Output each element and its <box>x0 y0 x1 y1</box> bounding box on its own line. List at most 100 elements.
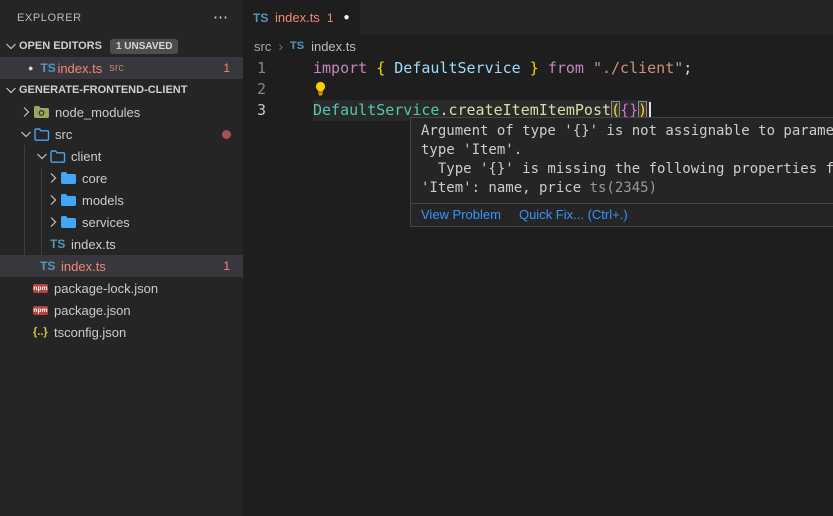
open-editor-item-index-ts[interactable]: ● TS index.ts src 1 <box>0 57 243 79</box>
chevron-down-icon[interactable] <box>34 148 50 164</box>
node-modules-folder-icon <box>34 106 51 118</box>
code-token: } <box>530 59 539 77</box>
more-actions-icon[interactable]: ⋯ <box>213 13 229 23</box>
tree-item-client[interactable]: client <box>0 145 243 167</box>
diagnostic-code: ts(2345) <box>590 180 657 196</box>
folder-icon <box>61 172 78 184</box>
tree-item-label: client <box>71 149 101 164</box>
line-number: 3 <box>243 100 266 121</box>
tree-item-core[interactable]: core <box>0 167 243 189</box>
typescript-file-icon: TS <box>40 61 57 75</box>
diagnostic-text: type 'Item'. <box>421 142 522 158</box>
code-token <box>584 59 593 77</box>
code-token <box>385 59 394 77</box>
braces-icon: {..} <box>33 326 50 338</box>
project-name-label: GENERATE-FRONTEND-CLIENT <box>19 84 187 96</box>
tree-item-models[interactable]: models <box>0 189 243 211</box>
chevron-right-icon[interactable] <box>18 104 34 120</box>
tree-item-label: src <box>55 127 72 142</box>
tree-item-label: node_modules <box>55 105 140 120</box>
code-token: from <box>548 59 584 77</box>
modified-dot-badge <box>222 130 231 139</box>
quick-fix-link[interactable]: Quick Fix... (Ctrl+.) <box>519 207 628 222</box>
code-token: import <box>313 59 367 77</box>
folder-open-icon <box>50 150 67 163</box>
vscode-window: { "sidebar": { "title": "EXPLORER", "ope… <box>0 0 833 516</box>
tree-item-package-json[interactable]: npm package.json <box>0 299 243 321</box>
tree-item-src[interactable]: src <box>0 123 243 145</box>
code-token <box>539 59 548 77</box>
chevron-down-icon[interactable] <box>3 38 19 54</box>
diagnostic-text: Argument of type '{}' is not assignable … <box>421 123 833 139</box>
diagnostic-message-line: Argument of type '{}' is not assignable … <box>421 122 833 141</box>
line-number: 2 <box>243 79 266 100</box>
open-editors-label: OPEN EDITORS <box>19 40 102 52</box>
code-token <box>521 59 530 77</box>
code-token: DefaultService <box>394 59 520 77</box>
tree-item-index-ts[interactable]: TSindex.ts <box>0 233 243 255</box>
code-token: ; <box>683 59 692 77</box>
breadcrumb: src › TS index.ts <box>243 35 833 57</box>
open-editor-file-name: index.ts <box>57 61 102 76</box>
folder-icon <box>61 194 78 206</box>
code-area[interactable]: 1 import { DefaultService } from "./clien… <box>243 58 833 121</box>
breadcrumb-file[interactable]: index.ts <box>311 39 356 54</box>
diagnostic-message-line: Type '{}' is missing the following prope… <box>421 160 833 179</box>
typescript-file-icon: TS <box>290 40 304 52</box>
explorer-sidebar: EXPLORER ⋯ OPEN EDITORS 1 UNSAVED ● TS i… <box>0 0 243 516</box>
folder-icon <box>61 216 78 228</box>
tree-item-label: services <box>82 215 130 230</box>
unsaved-badge: 1 UNSAVED <box>110 39 179 54</box>
tree-item-index-ts[interactable]: TS index.ts 1 <box>0 255 243 277</box>
chevron-right-icon[interactable] <box>45 192 61 208</box>
modified-dot-icon[interactable]: ● <box>28 64 33 73</box>
line-number: 1 <box>243 58 266 79</box>
project-section-header[interactable]: GENERATE-FRONTEND-CLIENT <box>0 79 243 101</box>
diagnostic-message-line: type 'Item'. <box>421 141 833 160</box>
breadcrumb-separator-icon: › <box>278 38 283 54</box>
tree-item-node-modules[interactable]: node_modules <box>0 101 243 123</box>
tree-item-tsconfig-json[interactable]: {..} tsconfig.json <box>0 321 243 343</box>
tab-modified-dot-icon[interactable]: ● <box>344 13 350 23</box>
chevron-right-icon[interactable] <box>45 170 61 186</box>
tree-item-package-lock-json[interactable]: npm package-lock.json <box>0 277 243 299</box>
diagnostic-hover-tooltip: Argument of type '{}' is not assignable … <box>410 117 833 227</box>
tree-item-services[interactable]: services <box>0 211 243 233</box>
tree-item-label: package.json <box>54 303 131 318</box>
tree-item-label: models <box>82 193 124 208</box>
diagnostic-message: Argument of type '{}' is not assignable … <box>411 118 833 203</box>
code-token: "./client" <box>593 59 683 77</box>
error-count-badge: 1 <box>223 61 243 75</box>
folder-open-icon <box>34 128 51 141</box>
tree-item-label: package-lock.json <box>54 281 158 296</box>
open-editors-header[interactable]: OPEN EDITORS 1 UNSAVED <box>0 35 243 57</box>
breadcrumb-folder[interactable]: src <box>254 39 271 54</box>
tab-file-name: index.ts <box>275 10 320 25</box>
tab-index-ts[interactable]: TS index.ts 1 ● <box>243 0 360 35</box>
diagnostic-text: Type '{}' is missing the following prope… <box>421 161 833 177</box>
file-tree: node_modulessrc client core models services T… <box>0 101 243 343</box>
error-count-badge: 1 <box>223 259 243 273</box>
code-text: import { DefaultService } from "./client… <box>313 58 692 79</box>
code-line-1[interactable]: 1 import { DefaultService } from "./clien… <box>243 58 833 79</box>
chevron-down-icon[interactable] <box>18 126 34 142</box>
tab-error-count: 1 <box>327 11 334 25</box>
npm-icon: npm <box>33 284 50 293</box>
tree-item-label: tsconfig.json <box>54 325 126 340</box>
tree-item-label: index.ts <box>71 237 116 252</box>
hover-actions-row: View Problem Quick Fix... (Ctrl+.) <box>411 203 833 226</box>
typescript-file-icon: TS <box>253 11 270 25</box>
diagnostic-message-line: 'Item': name, price ts(2345) <box>421 179 833 198</box>
ts-icon: TS <box>40 259 57 273</box>
code-token <box>367 59 376 77</box>
sidebar-title-row: EXPLORER ⋯ <box>0 0 243 35</box>
tree-item-label: index.ts <box>61 259 106 274</box>
view-problem-link[interactable]: View Problem <box>421 207 501 222</box>
chevron-right-icon[interactable] <box>45 214 61 230</box>
chevron-down-icon[interactable] <box>3 82 19 98</box>
npm-icon: npm <box>33 306 50 315</box>
open-editor-file-path: src <box>109 62 124 74</box>
code-line-2[interactable]: 2 <box>243 79 833 100</box>
code-text <box>313 79 328 100</box>
lightbulb-icon[interactable] <box>313 81 328 96</box>
